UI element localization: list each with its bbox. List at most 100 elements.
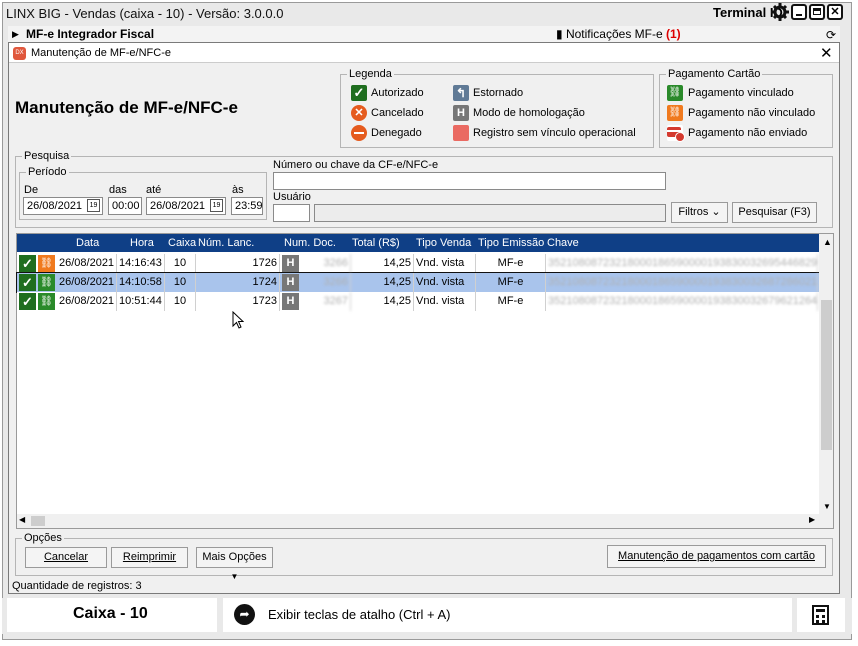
legenda-denegado: Denegado <box>371 127 422 139</box>
col-tipo-emissao[interactable]: Tipo Emissão <box>478 237 544 249</box>
vertical-scroll-thumb[interactable] <box>821 300 832 450</box>
atalho-label: Exibir teclas de atalho (Ctrl + A) <box>268 607 451 622</box>
autorizado-icon: ✓ <box>351 85 367 101</box>
usuario-name-input <box>314 204 666 222</box>
scroll-down-icon[interactable]: ▼ <box>823 502 831 511</box>
das-time-input[interactable]: 00:00 <box>108 197 142 215</box>
usuario-code-input[interactable] <box>273 204 310 222</box>
mais-opcoes-button[interactable]: Mais Opções ▼ <box>196 547 273 581</box>
pagamento-nao-vinculado-icon: ⛓ <box>38 255 55 272</box>
chevron-right-icon: ▶ <box>12 29 19 39</box>
dropdown-arrow-icon: ▼ <box>230 572 239 581</box>
scroll-left-icon[interactable]: ◀ <box>19 515 25 524</box>
scroll-right-icon[interactable]: ▶ <box>809 515 815 524</box>
numero-chave-input[interactable] <box>273 172 666 190</box>
notificacoes-label: Notificações MF-e <box>565 27 663 41</box>
col-chave[interactable]: Chave <box>547 237 579 249</box>
horizontal-scrollbar[interactable] <box>17 514 819 528</box>
de-date-input[interactable]: 26/08/2021 19 <box>23 197 103 215</box>
scroll-up-icon[interactable]: ▲ <box>823 237 832 247</box>
autorizado-icon: ✓ <box>19 274 36 291</box>
as-time-input[interactable]: 23:59 <box>231 197 263 215</box>
legenda-sem-vinculo: Registro sem vínculo operacional <box>473 127 636 139</box>
manutencao-pagamentos-button[interactable]: Manutenção de pagamentos com cartão <box>607 545 826 568</box>
cell-num-doc: 3266 <box>302 273 351 292</box>
pagamento-vinculado-icon: ⛓ <box>38 274 55 291</box>
homologacao-icon: H <box>453 105 469 121</box>
manutencao-pagamentos-label: Manutenção de pagamentos com cartão <box>618 550 815 562</box>
notificacoes-link[interactable]: ▮ Notificações MF-e (1) <box>556 27 681 41</box>
minimize-button[interactable] <box>791 4 807 20</box>
calculator-icon[interactable] <box>812 605 829 625</box>
cell-tipo-emissao: MF-e <box>476 292 546 311</box>
pagamento-vinculado-icon: ⛓ <box>667 85 683 101</box>
cell-hora: 14:10:58 <box>117 273 165 292</box>
pagamento-nao-vinculado-icon: ⛓ <box>667 105 683 121</box>
legenda-title: Legenda <box>349 68 392 80</box>
cell-total: 14,25 <box>351 254 414 273</box>
mais-opcoes-label: Mais Opções <box>202 551 267 563</box>
col-data[interactable]: Data <box>76 237 99 249</box>
cell-tipo-emissao: MF-e <box>476 254 546 273</box>
calendar-icon[interactable]: 19 <box>210 199 223 212</box>
app-title: LINX BIG - Vendas (caixa - 10) - Versão:… <box>6 6 284 21</box>
cell-chave: 3521080872321800018659000019383003268728… <box>546 273 818 292</box>
cell-data: 26/08/2021 <box>57 292 117 311</box>
atalho-panel[interactable]: ➦ Exibir teclas de atalho (Ctrl + A) <box>223 598 792 632</box>
gear-icon[interactable] <box>771 3 789 21</box>
dialog-close-button[interactable]: ✕ <box>820 44 833 62</box>
sem-vinculo-swatch <box>453 125 469 141</box>
maximize-button[interactable] <box>809 4 825 20</box>
calendar-icon[interactable]: 19 <box>87 199 100 212</box>
cell-data: 26/08/2021 <box>57 254 117 273</box>
pesquisar-button[interactable]: Pesquisar (F3) <box>732 202 817 223</box>
col-num-doc[interactable]: Num. Doc. <box>284 237 336 249</box>
refresh-icon[interactable]: ⟳ <box>826 28 836 42</box>
dialog-title: Manutenção de MF-e/NFC-e <box>31 47 171 59</box>
autorizado-icon: ✓ <box>19 255 36 272</box>
legenda-cancelado: Cancelado <box>371 107 424 119</box>
estornado-icon: ↰ <box>453 85 469 101</box>
record-count: Quantidade de registros: 3 <box>12 580 142 592</box>
usuario-label: Usuário <box>273 191 311 203</box>
cell-total: 14,25 <box>351 273 414 292</box>
shortcut-arrow-icon: ➦ <box>234 604 255 625</box>
pagamento-vinculado-icon: ⛓ <box>38 293 55 310</box>
de-label: De <box>24 184 39 196</box>
caixa-panel: Caixa - 10 <box>7 598 217 632</box>
table-row[interactable]: ✓ ⛓ H 26/08/2021 14:10:58 10 1724 3266 14,25 Vnd.… <box>16 272 820 293</box>
cell-total: 14,25 <box>351 292 414 311</box>
table-row[interactable]: ✓ ⛓ H 26/08/2021 10:51:44 10 1723 3267 14,25 Vnd.… <box>17 292 819 311</box>
cancelar-label: Cancelar <box>43 551 89 563</box>
pagamento-vinculado-label: Pagamento vinculado <box>688 87 794 99</box>
pagamento-title: Pagamento Cartão <box>668 68 761 80</box>
chevron-down-icon: ⌄ <box>711 206 721 218</box>
col-total[interactable]: Total (R$) <box>352 237 400 249</box>
pagamento-nao-vinculado-label: Pagamento não vinculado <box>688 107 816 119</box>
ate-label: até <box>146 184 162 196</box>
reimprimir-label: Reimprimir <box>122 551 177 563</box>
integrador-label: MF-e Integrador Fiscal <box>26 27 155 41</box>
homologacao-icon: H <box>282 255 299 272</box>
autorizado-icon: ✓ <box>19 293 36 310</box>
calculator-panel[interactable] <box>797 598 845 632</box>
cancelar-button[interactable]: Cancelar <box>25 547 107 568</box>
cell-hora: 14:16:43 <box>117 254 165 273</box>
filtros-button[interactable]: Filtros ⌄ <box>671 202 728 223</box>
page-title: Manutenção de MF-e/NFC-e <box>15 98 238 117</box>
cell-num-lanc: 1724 <box>196 273 280 292</box>
ate-date-input[interactable]: 26/08/2021 19 <box>146 197 226 215</box>
col-tipo-venda[interactable]: Tipo Venda <box>416 237 471 249</box>
reimprimir-button[interactable]: Reimprimir <box>111 547 188 568</box>
legenda-autorizado: Autorizado <box>371 87 424 99</box>
horizontal-scroll-thumb[interactable] <box>31 516 45 526</box>
cell-num-lanc: 1726 <box>196 254 280 273</box>
col-caixa[interactable]: Caixa <box>168 237 196 249</box>
close-app-button[interactable]: ✕ <box>827 4 843 20</box>
col-hora[interactable]: Hora <box>130 237 154 249</box>
legenda-homologacao: Modo de homologação <box>473 107 585 119</box>
table-row[interactable]: ✓ ⛓ H 26/08/2021 14:16:43 10 1726 3266 14,25 Vnd.… <box>17 254 819 273</box>
cell-caixa: 10 <box>165 273 196 292</box>
ate-date-value: 26/08/2021 <box>150 200 206 212</box>
col-num-lanc[interactable]: Núm. Lanc. <box>198 237 254 249</box>
